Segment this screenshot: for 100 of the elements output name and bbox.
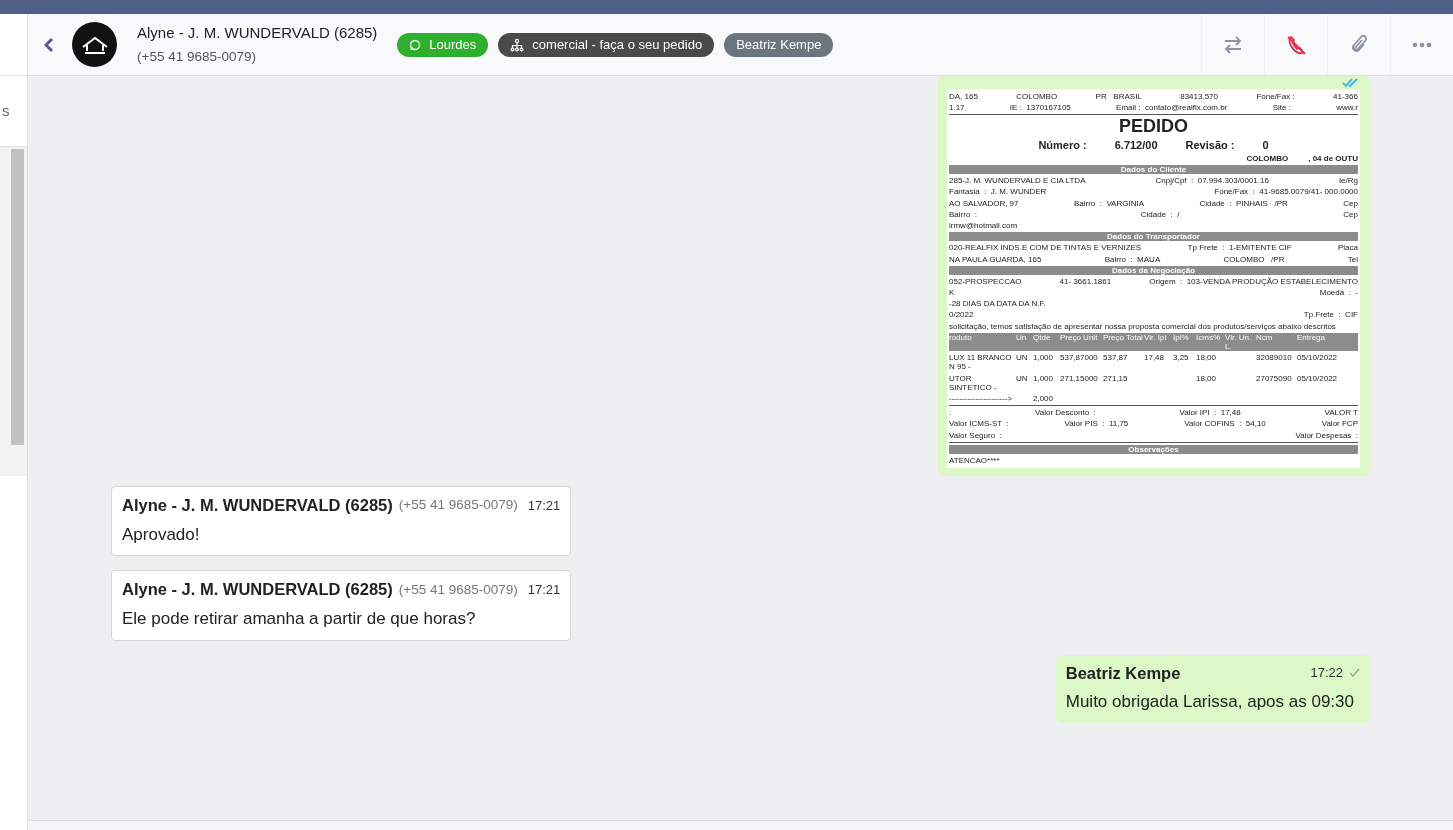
- document-text: Cnpj/Cpf : 07.994.303/0001.16: [1155, 176, 1269, 186]
- document-text: Placa: [1337, 243, 1358, 253]
- tag[interactable]: Lourdes: [397, 32, 489, 57]
- document-text: 41- 3661.1861: [1059, 276, 1112, 287]
- document-text: Site :: [1272, 103, 1291, 113]
- document-text: ATENCAO****: [949, 455, 1000, 466]
- sender-name: Alyne - J. M. WUNDERVALD (6285): [122, 495, 393, 517]
- document-text: Número :: [1038, 139, 1087, 152]
- column-header: Preço Total: [1103, 332, 1143, 344]
- contact-name: Alyne - J. M. WUNDERVALD (6285): [137, 23, 378, 44]
- document-text: Valor COFINS : 54,10: [1184, 419, 1266, 429]
- document-text: 05/10/2022: [1297, 353, 1339, 365]
- document-text: irmw@hotmail.com: [949, 220, 1018, 231]
- document-text: Moeda : -: [1319, 288, 1358, 298]
- document-text: 271,15000: [1060, 373, 1099, 385]
- document-text: 271,15: [1103, 373, 1129, 385]
- section-heading: Observações: [1128, 444, 1179, 454]
- document-text: Valor FCP: [1321, 419, 1358, 429]
- document-text: Cidade : PINHAIS /PR: [1199, 198, 1288, 208]
- document-text: ---------------------->: [949, 393, 1014, 404]
- document-text: DA, 165: [949, 92, 978, 102]
- tag[interactable]: comercial - faça o seu pedido: [498, 32, 715, 57]
- document-text: UN: [1016, 353, 1029, 365]
- document-text: 1,000: [1033, 353, 1055, 365]
- document-text: Valor Desconto :: [1035, 408, 1096, 418]
- document-text: 6.712/00: [1114, 139, 1158, 152]
- document-text: 17,48: [1144, 353, 1166, 365]
- document-text: :: [949, 408, 952, 418]
- message-time: 17:21: [526, 496, 561, 515]
- document-text: Email : contato@realfix.com.br: [1116, 103, 1228, 113]
- document-text: COLOMBO /PR: [1223, 254, 1285, 264]
- document-text: 05/10/2022: [1297, 373, 1339, 385]
- message-text: Ele pode retirar amanha a partir de que horas?: [122, 608, 477, 631]
- document-text: Cidade : /: [1140, 209, 1180, 219]
- chevron-left-icon: [44, 36, 54, 53]
- document-text: 32089010: [1256, 353, 1293, 365]
- document-text: Valor Despesas :: [1295, 430, 1358, 440]
- column-header: Un: [1016, 332, 1028, 344]
- document-text: 537,87: [1103, 353, 1129, 365]
- document-text: 0: [1262, 139, 1269, 152]
- document-text: LUX 11 BRANCO N 95 -: [949, 353, 1013, 372]
- document-text: 2,000: [1033, 393, 1055, 404]
- document-text: www.r: [1336, 103, 1358, 113]
- document-text: Fone/Fax : 41-9685.0079/41- 000.0000: [1214, 187, 1358, 197]
- document-text: 285-J. M. WUNDERVALD E CIA LTDA: [949, 176, 1086, 186]
- document-text: Tp.Frete : CIF: [1303, 310, 1358, 320]
- document-text: 18,00: [1196, 373, 1218, 385]
- contact-phone: (+55 41 9685-0079): [137, 47, 257, 66]
- document-text: UN: [1016, 373, 1029, 385]
- column-header: Qtde: [1033, 332, 1052, 344]
- document-text: Bairro :: [949, 209, 977, 219]
- document-text: Bairro : VARGINIA: [1073, 198, 1144, 208]
- document-text: Bairro : MAUA: [1104, 254, 1161, 264]
- document-text: Origem : 103-VENDA PRODUÇÃO ESTABELECIMENTO: [1149, 276, 1358, 287]
- document-text: Valor IPI : 17,48: [1179, 408, 1241, 418]
- document-text: Ie/Rg: [1338, 176, 1358, 186]
- document-text: Valor ICMS-ST :: [949, 419, 1009, 429]
- column-header: Ipi%: [1173, 332, 1190, 344]
- document-text: Fantasia : J. M. WUNDER: [949, 187, 1047, 197]
- sender-name: Beatriz Kempe: [1065, 662, 1181, 684]
- document-text: Revisão :: [1185, 139, 1235, 152]
- column-header: Vlr. Ipi: [1144, 332, 1168, 344]
- chat-bubble-icon: [409, 38, 422, 51]
- sender-name: Alyne - J. M. WUNDERVALD (6285): [122, 579, 393, 601]
- document-text: Valor PIS : 11,75: [1064, 419, 1129, 429]
- column-header: Entrega: [1297, 332, 1327, 344]
- document-title: PEDIDO: [1118, 117, 1189, 138]
- sender-phone: (+55 41 9685-0079): [398, 580, 518, 599]
- house-logo-icon: [80, 34, 109, 55]
- document-text: 1.17: [949, 103, 965, 113]
- section-heading: Dados do Transportador: [1107, 232, 1200, 242]
- document-text: Cep: [1343, 209, 1358, 219]
- document-text: IE : 1370167105: [1009, 103, 1071, 113]
- document-text: UTOR SINTETICO -: [949, 373, 998, 392]
- document-text: solicitação, temos satisfação de apresentar nossa proposta comercial dos produtos/serviços abaixo descritos: [949, 321, 1336, 331]
- column-header: roduto: [949, 332, 973, 344]
- document-text: -28 DIAS DA DATA DA N.F.: [949, 299, 1046, 309]
- section-heading: Dados da Negociação: [1111, 265, 1196, 275]
- document-text: 052-PROSPECCAO: [949, 276, 1022, 287]
- document-text: 1,000: [1033, 373, 1055, 385]
- document-text: Valor Seguro :: [949, 430, 1002, 440]
- column-header: Ncm: [1256, 332, 1274, 344]
- message-text: Muito obrigada Larissa, apos as 09:30: [1065, 691, 1355, 714]
- document-text: 020-REALFIX INDS.E COM DE TINTAS E VERNIZES: [949, 243, 1142, 253]
- document-text: 41-366: [1333, 92, 1358, 102]
- tag[interactable]: Beatriz Kempe: [724, 32, 834, 57]
- document-text: 18,00: [1196, 353, 1218, 365]
- document-text: Cep: [1343, 198, 1358, 208]
- document-text: COLOMBO: [1246, 153, 1289, 163]
- document-text: K: [949, 288, 955, 298]
- column-header: Icms%: [1196, 332, 1221, 344]
- document-text: PR BRASIL: [1095, 92, 1142, 102]
- panel-text: s: [2, 100, 10, 121]
- section-heading: Dados do Cliente: [1120, 165, 1187, 175]
- document-text: 27075090: [1256, 373, 1293, 385]
- document-text: Fone/Fax :: [1256, 92, 1295, 102]
- message-text: Aprovado!: [122, 523, 201, 546]
- hierarchy-icon: [510, 37, 525, 52]
- column-header: Vlr. Un. L.: [1225, 332, 1253, 352]
- scrollbar[interactable]: [11, 149, 24, 445]
